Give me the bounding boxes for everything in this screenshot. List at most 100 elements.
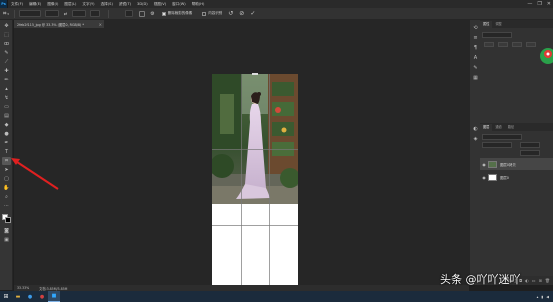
- reset-icon[interactable]: ↺: [228, 10, 233, 17]
- menu-filter[interactable]: 滤镜(T): [116, 0, 134, 8]
- width-input[interactable]: [44, 10, 59, 17]
- background-color-swatch[interactable]: [5, 217, 11, 223]
- property-field[interactable]: [512, 42, 522, 47]
- crop-tool-icon[interactable]: ⌗: [2, 157, 11, 165]
- blur-icon[interactable]: ◆: [2, 121, 11, 129]
- more-tools-icon[interactable]: ⋯: [2, 202, 11, 210]
- delete-cropped-checkbox[interactable]: [161, 11, 166, 16]
- crop-grid-line: [212, 224, 298, 226]
- tray-icon[interactable]: ▴: [537, 295, 539, 299]
- document-tab[interactable]: 2feb2f115_jpg @ 33.3% (图层0, RGB/8) * ×: [14, 20, 104, 28]
- layer-filter-field[interactable]: [482, 134, 522, 140]
- menu-3d[interactable]: 3D(D): [134, 0, 151, 8]
- rectangle-icon[interactable]: ▢: [2, 175, 11, 183]
- path-select-icon[interactable]: ➤: [2, 166, 11, 174]
- eye-icon[interactable]: ◉: [480, 175, 488, 180]
- close-window-button[interactable]: ✕: [547, 1, 551, 7]
- document-canvas[interactable]: [212, 73, 298, 301]
- menu-view[interactable]: 视图(V): [151, 0, 169, 8]
- quick-mask-icon[interactable]: ◙: [2, 227, 11, 235]
- overlay-grid-icon[interactable]: [139, 10, 146, 17]
- eraser-icon[interactable]: ▭: [2, 103, 11, 111]
- eyedropper-icon[interactable]: ⟋: [2, 58, 11, 66]
- zoom-icon[interactable]: ⌕: [2, 193, 11, 201]
- menu-edit[interactable]: 编辑(E): [26, 0, 44, 8]
- brush-icon[interactable]: ✏: [2, 76, 11, 84]
- layer-row[interactable]: ◉ 图层0拷贝: [480, 158, 553, 170]
- tab-layers[interactable]: 图层: [480, 124, 493, 131]
- lasso-icon[interactable]: ꝏ: [2, 40, 11, 48]
- properties-icon[interactable]: ≡: [472, 34, 479, 41]
- gear-icon[interactable]: ⚙: [150, 11, 154, 17]
- content-aware-checkbox[interactable]: [202, 11, 207, 16]
- quick-select-icon[interactable]: ✎: [2, 49, 11, 57]
- history-icon[interactable]: ⟲: [472, 24, 479, 31]
- gradient-icon[interactable]: ▤: [2, 112, 11, 120]
- browser-icon[interactable]: ●: [24, 291, 36, 302]
- swatches-icon[interactable]: ▦: [472, 74, 479, 81]
- menu-select[interactable]: 选择(S): [98, 0, 116, 8]
- menu-image[interactable]: 图像(I): [44, 0, 61, 8]
- eye-icon[interactable]: ◉: [480, 162, 488, 167]
- layer-row[interactable]: ◉ 图层0: [480, 171, 553, 183]
- swap-icon[interactable]: ⇄: [64, 11, 67, 16]
- history-brush-icon[interactable]: ↯: [2, 94, 11, 102]
- folder-icon[interactable]: ▭: [532, 278, 536, 283]
- close-tab-button[interactable]: ×: [99, 22, 102, 27]
- network-icon[interactable]: ▮: [541, 295, 543, 299]
- opacity-field[interactable]: [520, 142, 540, 148]
- photoshop-taskbar-icon[interactable]: ■: [48, 291, 60, 302]
- brush-settings-icon[interactable]: ✎: [472, 64, 479, 71]
- straighten-button[interactable]: [125, 10, 134, 17]
- paragraph-icon[interactable]: ¶: [472, 44, 479, 51]
- property-field[interactable]: [484, 42, 494, 47]
- canvas-area[interactable]: [14, 28, 469, 301]
- media-icon[interactable]: ●: [36, 291, 48, 302]
- chevron-down-icon[interactable]: ▾: [7, 12, 9, 16]
- trash-icon[interactable]: 🗑: [545, 278, 550, 283]
- tab-paths[interactable]: 路径: [505, 124, 517, 131]
- properties-field[interactable]: [482, 32, 512, 38]
- tab-properties[interactable]: 属性: [480, 21, 493, 28]
- dodge-icon[interactable]: ●: [2, 130, 11, 138]
- stamp-icon[interactable]: ▴: [2, 85, 11, 93]
- cancel-icon[interactable]: ⊘: [239, 10, 244, 17]
- height-input[interactable]: [72, 10, 87, 17]
- healing-icon[interactable]: ✚: [2, 67, 11, 75]
- character-icon[interactable]: A: [472, 54, 479, 61]
- ratio-select[interactable]: [18, 10, 41, 17]
- windows-start-icon[interactable]: ⊞: [0, 291, 12, 302]
- menu-help[interactable]: 帮助(H): [189, 0, 208, 8]
- adjustments-icon[interactable]: ◐: [472, 125, 479, 132]
- styles-icon[interactable]: ◈: [472, 135, 479, 142]
- crop-handle-top[interactable]: [252, 73, 258, 75]
- commit-icon[interactable]: ✓: [250, 10, 255, 17]
- pen-icon[interactable]: ✒: [2, 139, 11, 147]
- zoom-level[interactable]: 33.33%: [17, 286, 29, 290]
- property-field[interactable]: [526, 42, 536, 47]
- menu-file[interactable]: 文件(F): [8, 0, 26, 8]
- move-icon[interactable]: ✥: [2, 22, 11, 30]
- volume-icon[interactable]: ◀: [546, 295, 549, 299]
- tab-channels[interactable]: 通道: [492, 124, 504, 131]
- explorer-icon[interactable]: ▬: [12, 291, 24, 302]
- menu-window[interactable]: 窗口(W): [169, 0, 189, 8]
- crop-icon[interactable]: ⌗: [3, 10, 6, 18]
- blend-mode-select[interactable]: [482, 142, 512, 148]
- hand-icon[interactable]: ✋: [2, 184, 11, 192]
- menu-type[interactable]: 文字(Y): [79, 0, 97, 8]
- system-tray: ▴ ▮ ◀: [537, 295, 553, 299]
- minimize-button[interactable]: —: [527, 1, 532, 7]
- marquee-icon[interactable]: ⬚: [2, 31, 11, 39]
- new-layer-icon[interactable]: ⊞: [539, 278, 542, 283]
- tab-adjustments[interactable]: 调整: [492, 21, 504, 28]
- screen-mode-icon[interactable]: ▣: [2, 236, 11, 244]
- menu-layer[interactable]: 图层(L): [61, 0, 79, 8]
- clear-button[interactable]: [90, 10, 101, 17]
- fill-field[interactable]: [520, 150, 540, 156]
- adjustment-layer-icon[interactable]: ◐: [525, 278, 529, 283]
- document-title: 2feb2f115_jpg @ 33.3% (图层0, RGB/8) *: [17, 22, 84, 27]
- maximize-button[interactable]: ❐: [537, 1, 541, 7]
- type-icon[interactable]: T: [2, 148, 11, 156]
- property-field[interactable]: [498, 42, 508, 47]
